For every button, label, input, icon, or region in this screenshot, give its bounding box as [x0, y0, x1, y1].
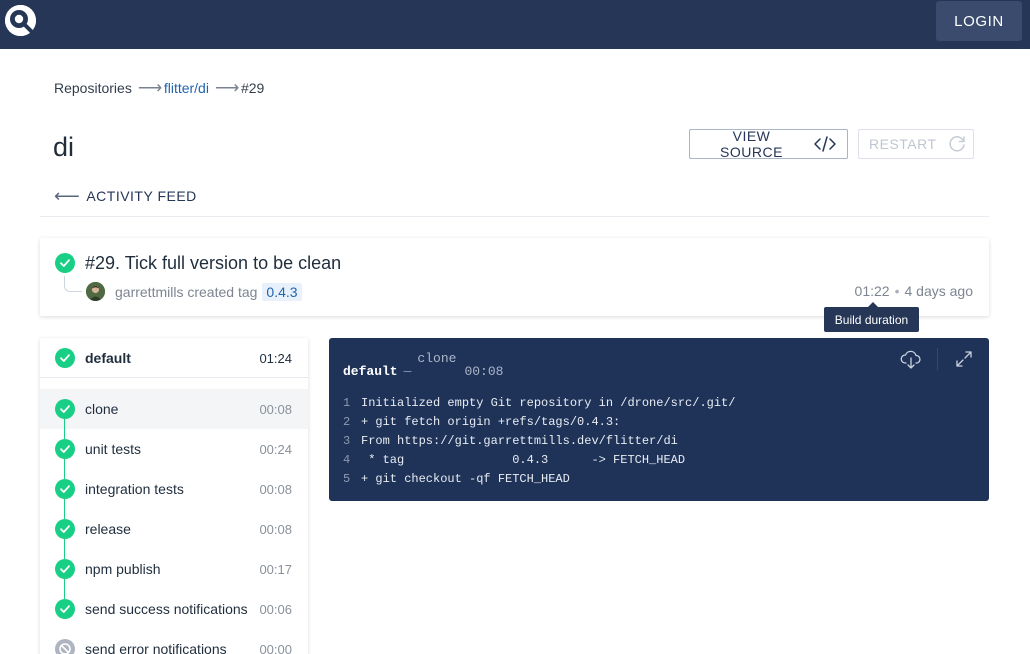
download-icon[interactable]	[900, 348, 922, 370]
activity-feed-link[interactable]: ⟵ ACTIVITY FEED	[54, 186, 197, 206]
step-item[interactable]: npm publish 00:17	[40, 549, 308, 599]
log-actions	[900, 348, 975, 370]
step-duration: 00:08	[259, 522, 292, 537]
step-name: npm publish	[85, 561, 161, 577]
expand-icon[interactable]	[953, 348, 975, 370]
step-item[interactable]: send error notifications 00:00	[40, 629, 308, 654]
activity-feed-label: ACTIVITY FEED	[86, 188, 197, 204]
build-ago: 4 days ago	[904, 283, 974, 299]
build-duration-tooltip: Build duration	[824, 302, 919, 332]
arrow-left-icon: ⟵	[54, 186, 81, 206]
stage-name: default	[85, 350, 131, 366]
step-duration: 00:08	[259, 402, 292, 417]
stage-panel: default 01:24 clone 00:08 unit tests 00:…	[40, 338, 308, 654]
view-source-label: VIEW SOURCE	[720, 128, 783, 160]
stage-duration: 01:24	[259, 351, 292, 366]
separator-dot: •	[894, 283, 900, 299]
avatar	[86, 282, 105, 301]
step-duration: 00:17	[259, 562, 292, 577]
log-line-text: From https://git.garrettmills.dev/flitte…	[361, 434, 678, 448]
success-check-icon	[55, 348, 75, 368]
arrow-right-icon: ⟶	[214, 78, 240, 97]
top-nav: LOGIN	[0, 0, 1030, 49]
breadcrumb-build-current: #29	[240, 80, 265, 96]
step-name: integration tests	[85, 481, 184, 497]
log-line-text: Initialized empty Git repository in /dro…	[361, 396, 736, 410]
breadcrumb-repositories-link[interactable]: Repositories	[54, 80, 132, 96]
main-content: Repositories ⟶ flitter/di ⟶ #29 di VIEW …	[0, 49, 1030, 654]
log-line-text: + git fetch origin +refs/tags/0.4.3:	[361, 415, 621, 429]
step-item[interactable]: send success notifications 00:06	[40, 589, 308, 629]
log-output: 1 Initialized empty Git repository in /dr…	[343, 394, 735, 489]
success-check-icon	[55, 599, 75, 619]
breadcrumb-repo-link[interactable]: flitter/di	[164, 80, 209, 96]
log-header: default — clone 00:08	[343, 351, 503, 391]
step-name: release	[85, 521, 131, 537]
step-name: send error notifications	[85, 641, 227, 654]
log-step-name: clone	[417, 351, 457, 366]
log-line-text: * tag 0.4.3 -> FETCH_HEAD	[361, 453, 686, 467]
log-line: 4 * tag 0.4.3 -> FETCH_HEAD	[343, 451, 735, 470]
build-action: created tag	[187, 284, 258, 300]
tree-connector	[64, 276, 82, 292]
success-check-icon	[55, 399, 75, 419]
build-duration: 01:22	[854, 283, 890, 299]
build-summary-card: #29. Tick full version to be clean garre…	[40, 238, 989, 316]
step-item[interactable]: unit tests 00:24	[40, 429, 308, 479]
step-duration: 00:24	[259, 442, 292, 457]
log-line-number: 3	[343, 434, 351, 448]
breadcrumb: Repositories ⟶ flitter/di ⟶ #29	[54, 78, 265, 97]
step-name: unit tests	[85, 441, 142, 457]
step-name: send success notifications	[85, 601, 248, 617]
build-author: garrettmills	[115, 284, 184, 300]
restart-button[interactable]: RESTART	[858, 129, 974, 159]
log-line-number: 1	[343, 396, 351, 410]
code-icon	[813, 135, 837, 153]
step-list: clone 00:08 unit tests 00:24 integration…	[40, 389, 308, 654]
log-line-number: 4	[343, 453, 351, 467]
view-source-button[interactable]: VIEW SOURCE	[689, 128, 848, 160]
step-item[interactable]: integration tests 00:08	[40, 469, 308, 519]
divider	[40, 216, 989, 217]
divider	[937, 348, 938, 370]
log-line: 1 Initialized empty Git repository in /dr…	[343, 394, 735, 413]
log-separator: —	[403, 363, 412, 379]
restart-label: RESTART	[869, 136, 937, 152]
success-check-icon	[55, 253, 75, 273]
drone-logo-icon[interactable]	[5, 5, 36, 36]
log-step-duration: 00:08	[464, 363, 504, 379]
success-check-icon	[55, 479, 75, 499]
step-name: clone	[85, 401, 119, 417]
log-line-text: + git checkout -qf FETCH_HEAD	[361, 472, 570, 486]
log-line: 2 + git fetch origin +refs/tags/0.4.3:	[343, 413, 735, 432]
step-item[interactable]: release 00:08	[40, 509, 308, 559]
success-check-icon	[55, 559, 75, 579]
log-stage-name: default	[343, 363, 398, 379]
step-duration: 00:00	[259, 642, 292, 654]
skipped-icon	[55, 639, 75, 654]
restart-icon	[947, 134, 967, 154]
log-line-number: 2	[343, 415, 351, 429]
tag-badge: 0.4.3	[262, 283, 302, 301]
build-title: #29. Tick full version to be clean	[85, 253, 342, 273]
page-title: di	[53, 132, 75, 162]
success-check-icon	[55, 439, 75, 459]
step-duration: 00:06	[259, 602, 292, 617]
log-line-number: 5	[343, 472, 351, 486]
build-time: 01:22 • 4 days ago	[855, 283, 973, 299]
stage-header[interactable]: default 01:24	[40, 338, 308, 378]
build-meta: garrettmills created tag 0.4.3	[115, 283, 302, 301]
log-line: 5 + git checkout -qf FETCH_HEAD	[343, 470, 735, 489]
step-duration: 00:08	[259, 482, 292, 497]
log-line: 3 From https://git.garrettmills.dev/flitt…	[343, 432, 735, 451]
log-panel: default — clone 00:08 1 Initialized empty…	[329, 338, 989, 501]
success-check-icon	[55, 519, 75, 539]
login-button[interactable]: LOGIN	[936, 1, 1022, 41]
arrow-right-icon: ⟶	[137, 78, 163, 97]
step-item[interactable]: clone 00:08	[40, 389, 308, 439]
